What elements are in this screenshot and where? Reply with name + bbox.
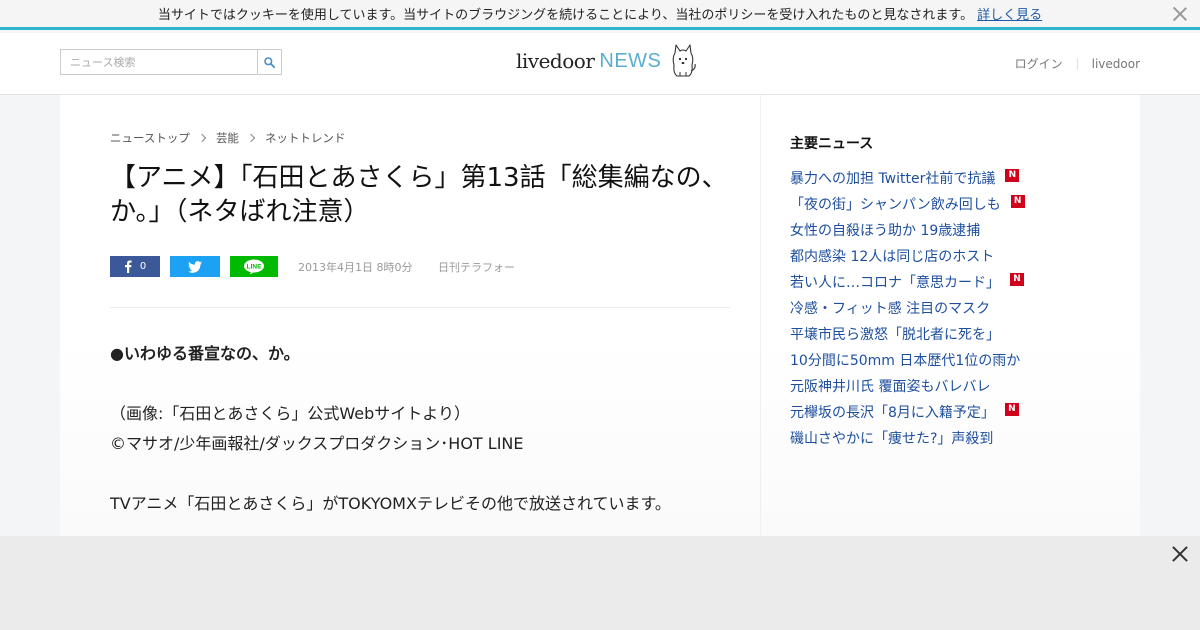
- cookie-message: 当サイトではクッキーを使用しています。当サイトのブラウジングを続けることにより、…: [157, 8, 974, 23]
- search-icon: [264, 56, 276, 68]
- cookie-notice-bar: 当サイトではクッキーを使用しています。当サイトのブラウジングを続けることにより、…: [0, 0, 1200, 30]
- nav-divider: [1076, 57, 1078, 70]
- news-link[interactable]: 冷感・フィット感 注目のマスク: [790, 298, 990, 318]
- facebook-share-button[interactable]: 0: [110, 256, 160, 277]
- sidebar-title: 主要ニュース: [790, 136, 874, 152]
- site-header: livedoor NEWS ログイン livedoor: [0, 33, 1200, 95]
- news-link[interactable]: 元阪神井川氏 覆面姿もバレバレ: [790, 376, 990, 396]
- header-nav: ログイン livedoor: [1015, 55, 1140, 72]
- search-form: [60, 49, 282, 75]
- breadcrumb-net-trend[interactable]: ネットトレンド: [265, 130, 346, 146]
- line-share-button[interactable]: LINE: [230, 256, 278, 277]
- new-badge-icon: N: [1005, 168, 1020, 182]
- article-paragraph: TVアニメ「石田とあさくら」がTOKYOMXテレビその他で放送されています。: [110, 494, 671, 513]
- chevron-right-icon: [197, 133, 207, 143]
- article-lead: ●いわゆる番宣なの、か。: [110, 344, 300, 363]
- line-icon: LINE: [244, 259, 264, 274]
- list-item[interactable]: 「夜の街」シャンパン飲み回しも N: [790, 191, 1110, 217]
- list-item[interactable]: 平壌市民ら激怒「脱北者に死を」: [790, 321, 1110, 347]
- list-item[interactable]: 女性の自殺ほう助か 19歳逮捕: [790, 217, 1110, 243]
- column-divider: [760, 95, 761, 536]
- close-icon[interactable]: [1170, 544, 1190, 564]
- news-link[interactable]: 平壌市民ら激怒「脱北者に死を」: [790, 324, 1000, 344]
- line-icon-label: LINE: [247, 263, 262, 270]
- ad-banner-area: [0, 536, 1200, 630]
- list-item[interactable]: 元欅坂の長沢「8月に入籍予定」 N: [790, 399, 1110, 425]
- list-item[interactable]: 冷感・フィット感 注目のマスク: [790, 295, 1110, 321]
- article-title: 【アニメ】「石田とあさくら」第13話「総集編なの、か。」（ネタばれ注意）: [110, 163, 728, 227]
- new-badge-icon: N: [1010, 272, 1024, 286]
- article-source: 日刊テラフォー: [438, 260, 515, 274]
- search-input[interactable]: [61, 50, 258, 74]
- logo-livedoor: livedoor: [516, 49, 595, 73]
- article-body: ●いわゆる番宣なの、か。 （画像:「石田とあさくら」公式Webサイトより） ©マ…: [110, 339, 730, 519]
- chevron-right-icon: [246, 133, 256, 143]
- article-meta: 2013年4月1日 8時0分 日刊テラフォー: [298, 259, 515, 275]
- news-link[interactable]: 暴力への加担 Twitter社前で抗議: [790, 168, 995, 188]
- article-date: 2013年4月1日 8時0分: [298, 260, 413, 274]
- facebook-icon: [124, 260, 132, 273]
- twitter-share-button[interactable]: [170, 256, 220, 277]
- news-link[interactable]: 「夜の街」シャンパン飲み回しも: [790, 194, 1001, 214]
- list-item[interactable]: 都内感染 12人は同じ店のホスト: [790, 243, 1110, 269]
- breadcrumb: ニューストップ 芸能 ネットトレンド: [110, 130, 345, 146]
- logo-news: NEWS: [599, 49, 662, 72]
- new-badge-icon: N: [1004, 402, 1019, 416]
- livedoor-link[interactable]: livedoor: [1092, 57, 1140, 71]
- news-link[interactable]: 元欅坂の長沢「8月に入籍予定」: [790, 402, 995, 422]
- list-item[interactable]: 暴力への加担 Twitter社前で抗議 N: [790, 165, 1110, 191]
- breadcrumb-entertainment[interactable]: 芸能: [216, 130, 239, 146]
- article-divider: [110, 307, 730, 308]
- list-item[interactable]: 若い人に…コロナ「意思カード」 N: [790, 269, 1110, 295]
- news-link[interactable]: 都内感染 12人は同じ店のホスト: [790, 246, 994, 266]
- login-link[interactable]: ログイン: [1015, 55, 1063, 72]
- image-copyright: ©マサオ/少年画報社/ダックスプロダクション･HOT LINE: [110, 434, 524, 453]
- facebook-share-count: 0: [139, 261, 147, 272]
- close-icon[interactable]: [1172, 6, 1188, 22]
- share-row: 0 LINE 2013年4月1日 8時0分 日刊テラフォー: [110, 256, 515, 277]
- cookie-details-link[interactable]: 詳しく見る: [977, 4, 1042, 23]
- site-logo[interactable]: livedoor NEWS: [516, 43, 697, 79]
- image-caption: （画像:「石田とあさくら」公式Webサイトより）: [110, 404, 470, 423]
- news-link[interactable]: 女性の自殺ほう助か 19歳逮捕: [790, 220, 980, 240]
- list-item[interactable]: 元阪神井川氏 覆面姿もバレバレ: [790, 373, 1110, 399]
- search-button[interactable]: [257, 50, 281, 74]
- list-item[interactable]: 磯山さやかに「痩せた?」声殺到: [790, 425, 1110, 451]
- sidebar-top-news: 主要ニュース 暴力への加担 Twitter社前で抗議 N 「夜の街」シャンパン飲み…: [790, 133, 1110, 451]
- twitter-icon: [188, 260, 202, 273]
- news-link[interactable]: 若い人に…コロナ「意思カード」: [790, 272, 1000, 292]
- dog-mascot-icon: [673, 44, 697, 77]
- news-link[interactable]: 磯山さやかに「痩せた?」声殺到: [790, 428, 993, 448]
- news-link[interactable]: 10分間に50mm 日本歴代1位の雨か: [790, 350, 1020, 370]
- news-list: 暴力への加担 Twitter社前で抗議 N 「夜の街」シャンパン飲み回しも N 女性…: [790, 165, 1110, 451]
- list-item[interactable]: 10分間に50mm 日本歴代1位の雨か: [790, 347, 1110, 373]
- breadcrumb-top[interactable]: ニューストップ: [110, 130, 190, 146]
- new-badge-icon: N: [1010, 194, 1025, 208]
